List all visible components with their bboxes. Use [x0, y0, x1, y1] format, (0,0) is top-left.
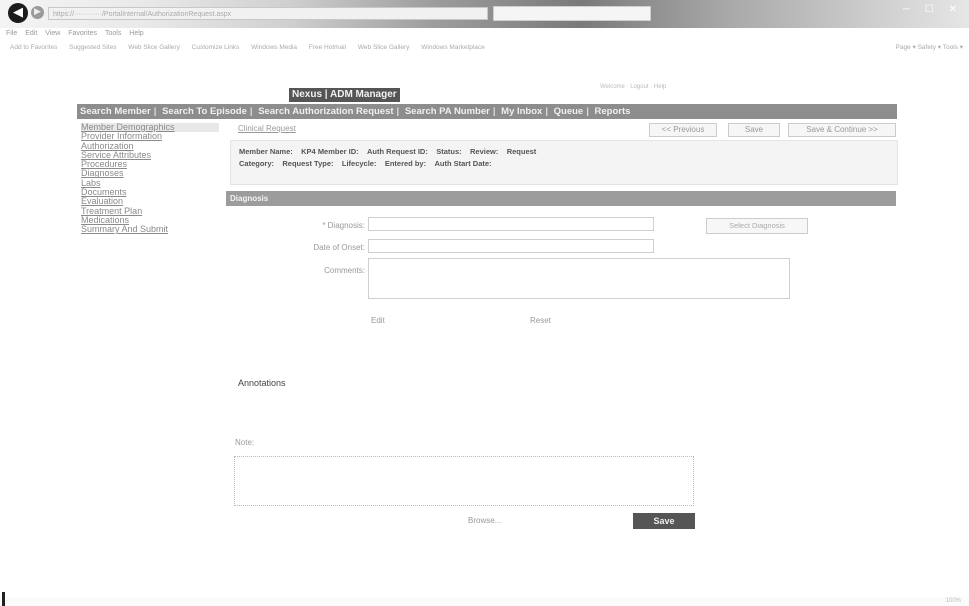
menu-help[interactable]: Help [129, 30, 143, 37]
forward-arrow-icon[interactable]: ▶ [31, 6, 44, 19]
menu-edit[interactable]: Edit [25, 30, 37, 37]
sidebar-item-provider-information[interactable]: Provider Information [81, 132, 219, 141]
sidebar: Member Demographics Provider Information… [81, 123, 219, 235]
sidebar-item-medications[interactable]: Medications [81, 216, 219, 225]
select-diagnosis-button[interactable]: Select Diagnosis [706, 218, 808, 234]
entered-by-label: Entered by: [384, 159, 427, 168]
sidebar-item-summary-submit[interactable]: Summary And Submit [81, 225, 219, 234]
category-label: Category: [239, 159, 275, 168]
nav-queue[interactable]: Queue [551, 104, 587, 119]
auth-start-date-label: Auth Start Date: [434, 159, 492, 168]
previous-button[interactable]: << Previous [649, 123, 717, 137]
menu-file[interactable]: File [6, 30, 17, 37]
menu-view[interactable]: View [45, 30, 60, 37]
nav-search-pa-number[interactable]: Search PA Number [402, 104, 493, 119]
lifecycle-label: Lifecycle: [341, 159, 377, 168]
favorite-link[interactable]: Web Slice Gallery [128, 44, 180, 51]
sidebar-item-diagnoses[interactable]: Diagnoses [81, 169, 219, 178]
favorites-bar: Add to Favorites Suggested Sites Web Sli… [0, 40, 969, 56]
sidebar-item-treatment-plan[interactable]: Treatment Plan [81, 207, 219, 216]
save-button[interactable]: Save [728, 123, 780, 137]
favorite-link[interactable]: Free Hotmail [309, 44, 346, 51]
auth-request-id-label: Auth Request ID: [367, 147, 428, 156]
comments-label: Comments: [324, 266, 365, 275]
browser-tab[interactable] [493, 6, 651, 21]
edit-link[interactable]: Edit [371, 316, 385, 325]
request-label: Request [506, 147, 537, 156]
menu-tools[interactable]: Tools [105, 30, 121, 37]
reset-link[interactable]: Reset [530, 316, 551, 325]
request-type-label: Request Type: [282, 159, 334, 168]
date-of-onset-input[interactable] [368, 239, 654, 253]
request-summary: Member Name: KP4 Member ID: Auth Request… [230, 140, 898, 185]
user-info[interactable]: Welcome · Logout · Help [600, 84, 666, 90]
notes-label: Note: [235, 438, 255, 447]
sidebar-item-evaluation[interactable]: Evaluation [81, 197, 219, 206]
browser-status-bar: 100% [0, 592, 969, 606]
favorite-link[interactable]: Add to Favorites [10, 44, 57, 51]
browser-title-bar: ◀ ▶ https://············/PortalInternal/… [0, 0, 969, 28]
favorite-link[interactable]: Suggested Sites [69, 44, 116, 51]
section-header: Diagnosis [226, 191, 896, 206]
sidebar-item-authorization[interactable]: Authorization [81, 142, 219, 151]
member-id-label: KP4 Member ID: [301, 147, 359, 156]
window-controls[interactable]: ─ ☐ ✕ [903, 4, 963, 15]
sidebar-item-procedures[interactable]: Procedures [81, 160, 219, 169]
notes-textarea[interactable] [234, 456, 694, 506]
nav-my-inbox[interactable]: My Inbox [498, 104, 545, 119]
cursor-mark [2, 592, 5, 606]
diagnosis-input[interactable] [368, 217, 654, 231]
nav-search-member[interactable]: Search Member [77, 104, 154, 119]
summary-line-2: Category: Request Type: Lifecycle: Enter… [239, 159, 492, 168]
favorite-link[interactable]: Windows Marketplace [421, 44, 485, 51]
nav-search-authorization[interactable]: Search Authorization Request [255, 104, 396, 119]
nav-search-episode[interactable]: Search To Episode [159, 104, 250, 119]
annotations-heading: Annotations [238, 378, 286, 388]
back-arrow-icon[interactable]: ◀ [8, 3, 28, 23]
review-label: Review: [470, 147, 499, 156]
summary-line-1: Member Name: KP4 Member ID: Auth Request… [239, 147, 536, 156]
app-title: Nexus | ADM Manager [289, 88, 400, 102]
diagnosis-label: * Diagnosis: [322, 221, 365, 230]
nav-reports[interactable]: Reports [592, 104, 634, 119]
zoom-level[interactable]: 100% [946, 597, 961, 606]
menu-favorites[interactable]: Favorites [68, 30, 97, 37]
date-of-onset-label: Date of Onset: [313, 243, 365, 252]
main-navbar: Search Member | Search To Episode | Search… [77, 104, 897, 119]
member-name-label: Member Name: [239, 147, 293, 156]
sidebar-item-documents[interactable]: Documents [81, 188, 219, 197]
browse-button[interactable]: Browse... [468, 516, 501, 525]
comments-textarea[interactable] [368, 258, 790, 299]
sidebar-item-service-attributes[interactable]: Service Attributes [81, 151, 219, 160]
sidebar-item-member-demographics[interactable]: Member Demographics [81, 123, 219, 133]
favorite-link[interactable]: Windows Media [251, 44, 297, 51]
annotation-save-button[interactable]: Save [633, 513, 695, 529]
favorite-link[interactable]: Customize Links [192, 44, 240, 51]
breadcrumb[interactable]: Clinical Request [238, 124, 296, 133]
address-bar[interactable]: https://············/PortalInternal/Auth… [48, 7, 488, 20]
sidebar-item-labs[interactable]: Labs [81, 179, 219, 188]
browser-command-bar[interactable]: Page ▾ Safety ▾ Tools ▾ [896, 40, 963, 56]
status-label: Status: [436, 147, 462, 156]
favorite-link[interactable]: Web Slice Gallery [358, 44, 410, 51]
save-continue-button[interactable]: Save & Continue >> [788, 123, 896, 137]
browser-menubar: File Edit View Favorites Tools Help [0, 28, 969, 40]
